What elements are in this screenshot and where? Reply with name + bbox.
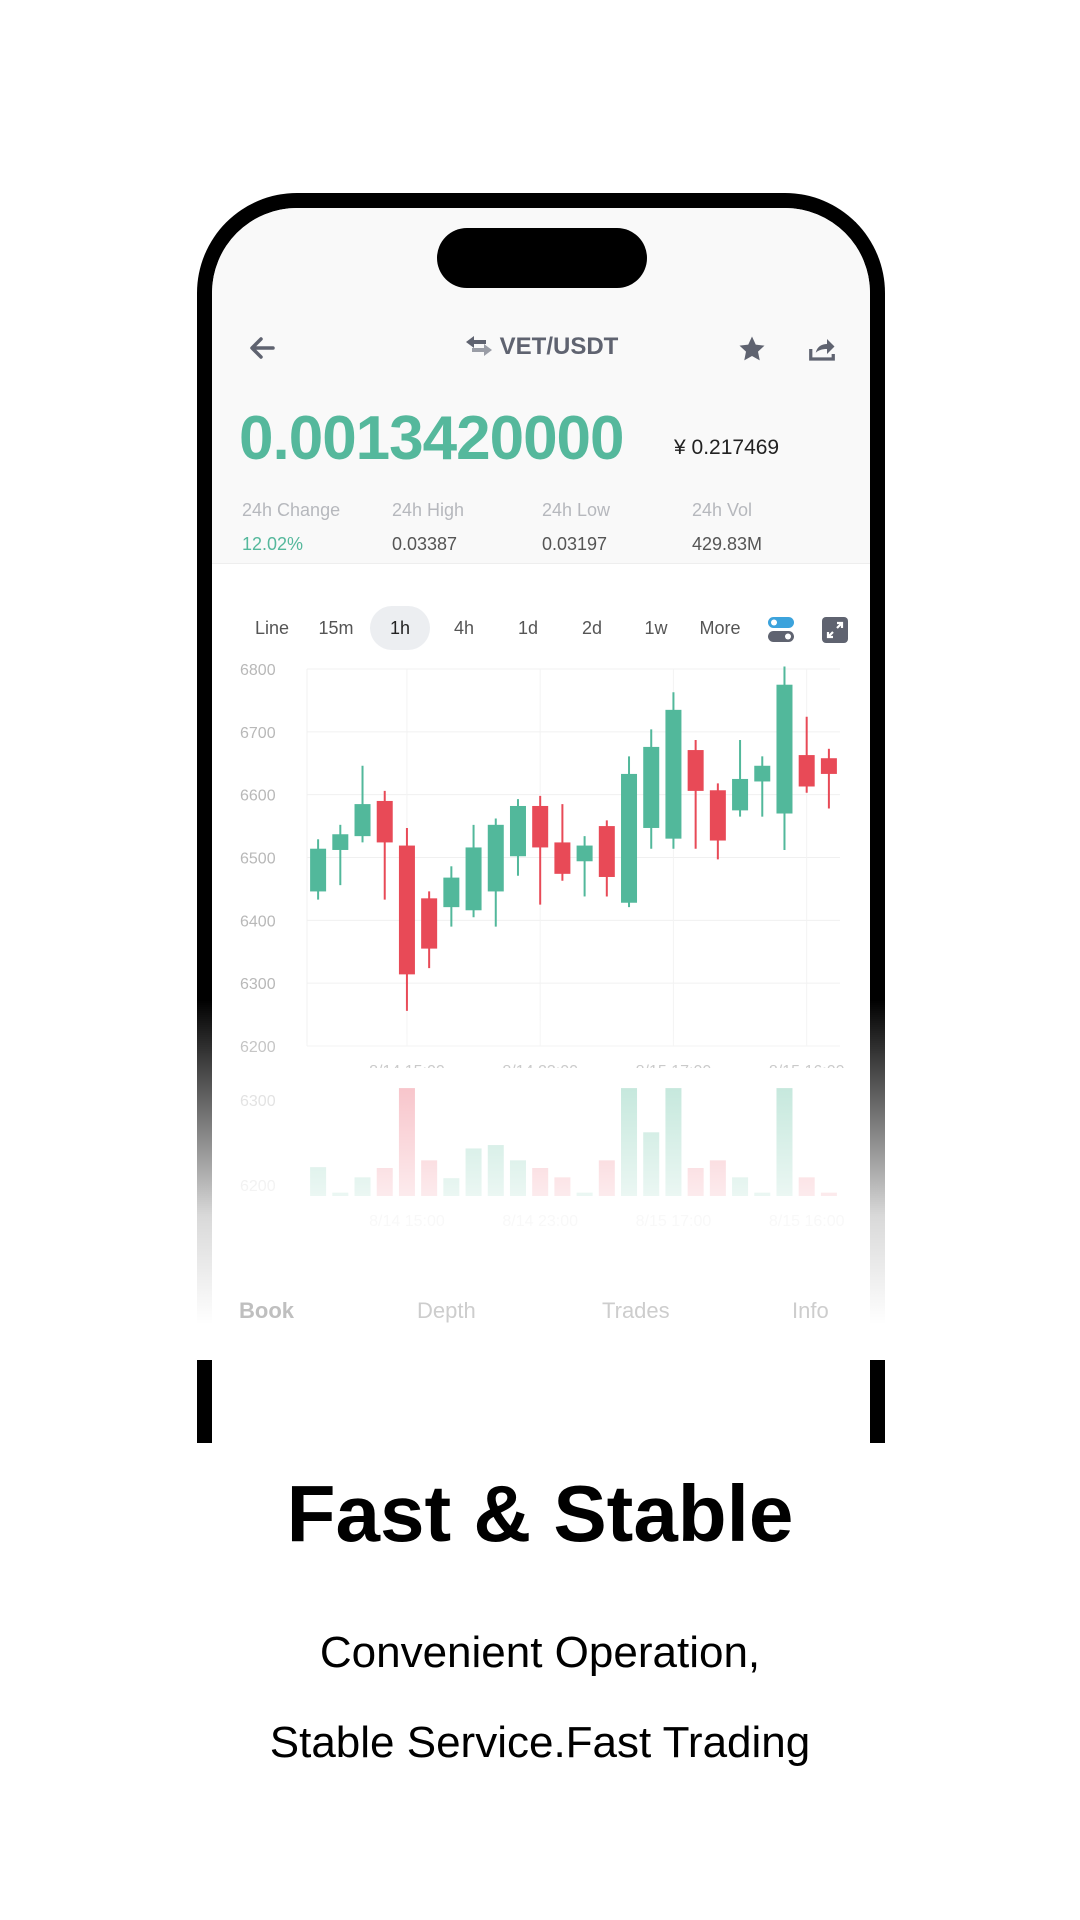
tab-1d[interactable]: 1d [498,606,558,650]
stat-value: 429.83M [692,534,763,554]
candle-body [554,842,571,874]
tab-2d[interactable]: 2d [562,606,622,650]
candle-body [509,805,526,857]
stat-value: 0.03387 [392,534,458,554]
y-tick-label: 6500 [240,851,276,868]
indicator-toggle-icon[interactable] [767,616,795,644]
candle-body [443,877,460,908]
candle-body [621,773,638,903]
tab-info[interactable]: Info [792,1298,829,1324]
candle-body [354,804,371,837]
y-tick-label: 6800 [240,662,276,679]
stat-label: 24h Change [242,500,341,520]
tab-line[interactable]: Line [242,606,302,650]
candle-body [576,845,593,862]
tab-1h[interactable]: 1h [370,606,430,650]
candle-body [332,834,349,850]
pair-title[interactable]: VET/USDT [212,333,870,361]
candle-body [754,765,771,782]
tab-15m[interactable]: 15m [306,606,366,650]
tab-trades[interactable]: Trades [602,1298,670,1324]
y-tick-label: 6300 [240,976,276,993]
last-price: 0.0013420000 [239,404,625,473]
candle-body [310,848,327,892]
tab-1w[interactable]: 1w [626,606,686,650]
cny-price: ¥ 0.217469 [674,436,780,459]
candle-body [598,826,615,877]
candle-body [776,684,793,814]
candle-body [421,898,438,949]
fullscreen-icon[interactable] [821,616,849,644]
candle-body [532,805,549,848]
dynamic-island [437,228,647,288]
share-icon[interactable] [807,334,837,364]
stat-label: 24h Vol [692,500,753,520]
tab-book[interactable]: Book [239,1298,294,1324]
pair-label: VET/USDT [499,333,619,360]
y-tick-label: 6400 [240,913,276,930]
promo-line-2: Stable Service.Fast Trading [269,1718,811,1767]
promo-headline: Fast & Stable [286,1469,794,1558]
candle-body [487,824,504,892]
stat-value: 12.02% [242,534,304,554]
stat-label: 24h Low [542,500,611,520]
stat-label: 24h High [392,500,465,520]
tab-depth[interactable]: Depth [417,1298,476,1324]
candle-body [643,746,660,828]
y-tick-label: 6600 [240,788,276,805]
candle-body [465,847,482,911]
y-tick-label: 6700 [240,725,276,742]
promo-line-1: Convenient Operation, [319,1628,761,1677]
candle-body [798,755,815,787]
swap-icon [465,336,492,356]
candle-body [709,790,726,841]
tab-more[interactable]: More [690,606,750,650]
star-icon[interactable] [737,334,767,364]
stat-value: 0.03197 [542,534,608,554]
candle-body [687,750,704,791]
candle-body [665,709,682,839]
candle-body [732,778,749,811]
candle-body [376,800,393,843]
candle-body [820,758,837,774]
candle-body [398,845,415,975]
tab-4h[interactable]: 4h [434,606,494,650]
